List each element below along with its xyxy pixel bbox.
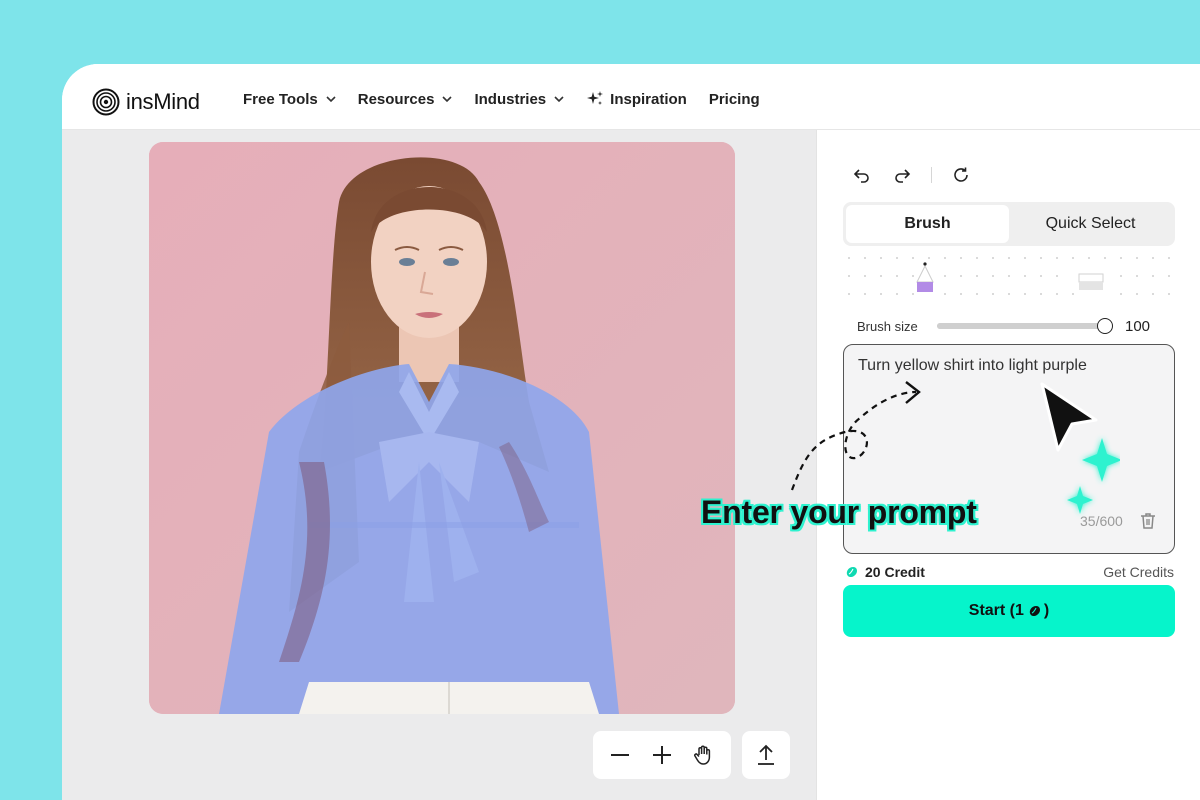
char-counter: 35/600 — [1080, 513, 1123, 529]
reset-button[interactable] — [950, 164, 972, 186]
plus-icon — [653, 746, 671, 764]
sparkle-icon — [587, 91, 604, 105]
nav-label: Inspiration — [610, 90, 687, 108]
edit-panel: Brush Quick Select Brush size 100 Turn y… — [816, 130, 1200, 800]
nav-resources[interactable]: Resources — [358, 91, 453, 108]
zoom-in-button[interactable] — [644, 737, 680, 773]
top-navigation: insMind Free Tools Resources Industries — [62, 64, 1200, 130]
slider-fill — [937, 323, 1105, 329]
canvas-area[interactable] — [62, 130, 816, 800]
bean-icon — [1029, 606, 1040, 617]
divider — [931, 167, 932, 183]
brush-size-control: Brush size 100 — [857, 314, 1167, 338]
nav-industries[interactable]: Industries — [474, 91, 564, 108]
nav-label: Industries — [474, 90, 547, 108]
prompt-text[interactable]: Turn yellow shirt into light purple — [858, 357, 1087, 375]
zoom-out-button[interactable] — [602, 737, 638, 773]
start-button[interactable]: Start (1 ) — [843, 585, 1175, 637]
chevron-down-icon — [326, 95, 336, 102]
trash-icon[interactable] — [1138, 511, 1158, 531]
redo-icon — [895, 169, 911, 183]
brush-size-label: Brush size — [857, 318, 918, 334]
app-window: insMind Free Tools Resources Industries — [62, 64, 1200, 800]
redo-button[interactable] — [891, 164, 913, 186]
pan-tool-button[interactable] — [686, 737, 722, 773]
history-controls — [851, 164, 972, 186]
credit-label: 20 Credit — [865, 564, 925, 580]
start-label: Start (1 — [968, 602, 1024, 619]
nav-inspiration[interactable]: Inspiration — [586, 90, 687, 108]
get-credits-link[interactable]: Get Credits — [1103, 564, 1174, 580]
start-label-suffix: ) — [1043, 602, 1050, 619]
refresh-icon — [954, 167, 968, 182]
brush-size-slider[interactable] — [937, 318, 1113, 334]
tab-brush[interactable]: Brush — [846, 205, 1009, 243]
nav-label: Resources — [357, 90, 435, 108]
mode-tabs: Brush Quick Select — [843, 202, 1175, 246]
brush-size-value: 100 — [1125, 317, 1151, 335]
chevron-down-icon — [442, 95, 453, 102]
prompt-input[interactable]: Turn yellow shirt into light purple 35/6… — [843, 344, 1175, 554]
upload-icon — [758, 744, 774, 765]
credit-balance: 20 Credit — [845, 564, 925, 580]
export-button[interactable] — [742, 731, 790, 779]
edited-photo[interactable] — [149, 142, 735, 714]
slider-knob[interactable] — [1097, 318, 1113, 334]
brush-preview — [848, 257, 1170, 295]
brand-name: insMind — [126, 89, 200, 114]
tab-quick-select[interactable]: Quick Select — [1009, 205, 1172, 243]
undo-icon — [853, 169, 869, 183]
minus-icon — [611, 754, 629, 756]
canvas-toolbar — [593, 731, 731, 779]
nav-free-tools[interactable]: Free Tools — [243, 91, 336, 108]
nav-label: Free Tools — [243, 90, 318, 108]
logo[interactable]: insMind — [92, 88, 200, 116]
portrait-image — [149, 142, 735, 714]
undo-button[interactable] — [851, 164, 873, 186]
bean-icon — [846, 567, 857, 578]
chevron-down-icon — [554, 95, 564, 102]
spiral-logo-icon — [92, 88, 120, 116]
hand-icon — [694, 745, 711, 765]
nav-label: Pricing — [708, 90, 760, 108]
nav-pricing[interactable]: Pricing — [709, 91, 760, 108]
